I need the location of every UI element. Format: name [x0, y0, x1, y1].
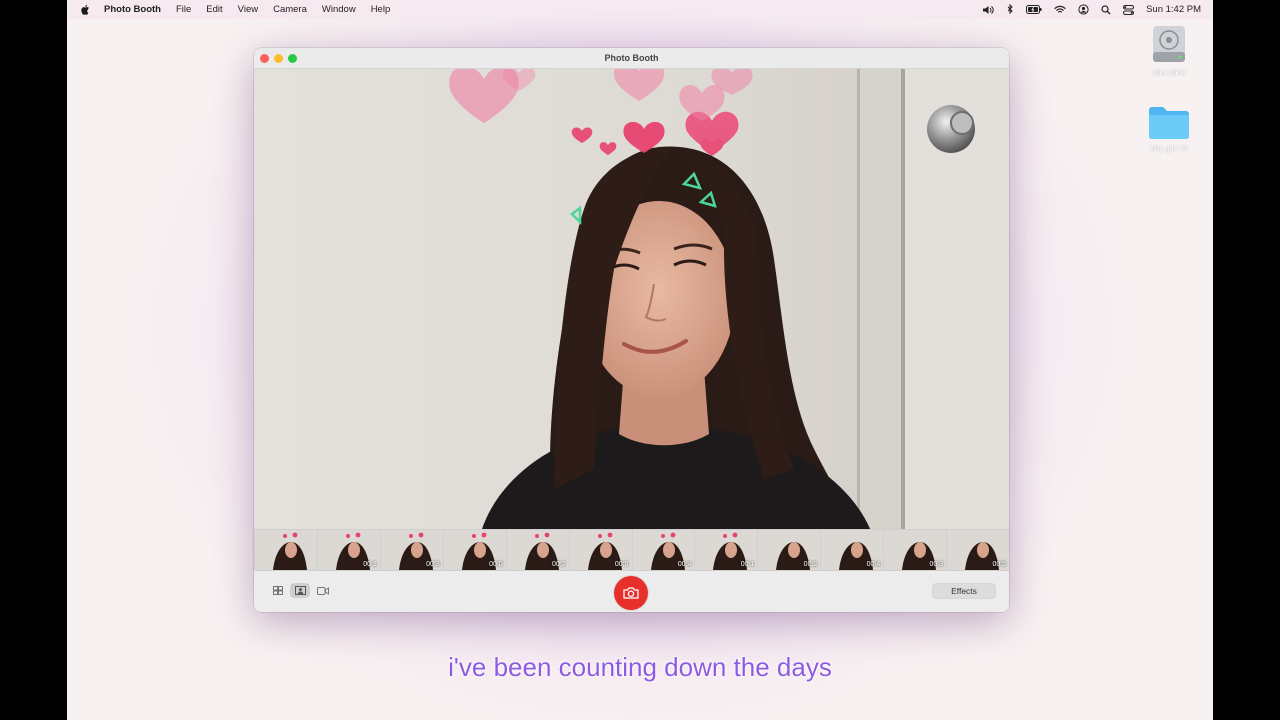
filmstrip-thumbnail[interactable]: 00:5: [947, 530, 1009, 570]
video-caption: i've been counting down the days: [448, 652, 833, 683]
thumbnail-duration: 00:5: [992, 561, 1007, 568]
apple-icon[interactable]: [80, 4, 90, 15]
grid-icon: [273, 586, 283, 595]
effects-button[interactable]: Effects: [933, 584, 995, 598]
grid-view-button[interactable]: [269, 584, 287, 597]
portrait-icon: [294, 586, 306, 595]
single-photo-button[interactable]: [291, 584, 309, 597]
desktop: Photo Booth File Edit View Camera Window…: [67, 0, 1213, 720]
desktop-item-label: shy girl <3: [1150, 144, 1188, 153]
filmstrip-thumbnail[interactable]: 00:3: [380, 530, 443, 570]
spotlight-icon[interactable]: [1101, 4, 1111, 15]
filmstrip: 00:1 00:3 00:0 00:2 00:5 00:4 00:1 00:2 …: [254, 529, 1009, 571]
camera-icon: [623, 587, 639, 599]
camera-feed-image: [254, 69, 1009, 529]
user-icon[interactable]: [1078, 4, 1089, 15]
thumbnail-duration: 00:4: [866, 561, 881, 568]
thumbnail-duration: 00:5: [614, 561, 629, 568]
menu-window[interactable]: Window: [322, 4, 356, 15]
desktop-item-disk[interactable]: wiki-wikie: [1134, 24, 1204, 77]
filmstrip-thumbnail[interactable]: 00:2: [506, 530, 569, 570]
thumbnail-duration: 00:2: [551, 561, 566, 568]
menu-bar: Photo Booth File Edit View Camera Window…: [67, 0, 1213, 19]
video-camera-icon: [317, 586, 329, 595]
filmstrip-thumbnail[interactable]: 00:0: [443, 530, 506, 570]
menu-help[interactable]: Help: [371, 4, 391, 15]
thumbnail-duration: 00:3: [929, 561, 944, 568]
thumbnail-duration: 00:4: [677, 561, 692, 568]
control-center-icon[interactable]: [1123, 4, 1135, 15]
folder-icon: [1149, 107, 1189, 139]
thumbnail-duration: 00:2: [803, 561, 818, 568]
bottom-toolbar: Effects: [254, 571, 1009, 612]
battery-icon[interactable]: [1026, 5, 1042, 14]
disk-icon: [1153, 26, 1185, 62]
status-area: Sun 1:42 PM: [982, 0, 1213, 19]
zoom-button[interactable]: [288, 54, 297, 63]
title-bar[interactable]: Photo Booth: [254, 48, 1009, 69]
menu-app-name[interactable]: Photo Booth: [104, 4, 161, 15]
filmstrip-thumbnail[interactable]: 00:1: [695, 530, 758, 570]
wifi-icon[interactable]: [1054, 5, 1066, 14]
filmstrip-thumbnail[interactable]: 00:1: [317, 530, 380, 570]
filmstrip-thumbnail[interactable]: 00:3: [884, 530, 947, 570]
thumbnail-duration: 00:3: [426, 561, 440, 568]
minimize-button[interactable]: [274, 54, 283, 63]
filmstrip-thumbnail[interactable]: 00:4: [632, 530, 695, 570]
thumbnail-duration: 00:1: [740, 561, 755, 568]
filmstrip-thumbnail[interactable]: 00:2: [758, 530, 821, 570]
menu-view[interactable]: View: [238, 4, 258, 15]
thumbnail-duration: 00:1: [363, 561, 377, 568]
close-button[interactable]: [260, 54, 269, 63]
menu-clock[interactable]: Sun 1:42 PM: [1146, 4, 1201, 15]
menu-edit[interactable]: Edit: [206, 4, 222, 15]
window-title: Photo Booth: [604, 53, 659, 63]
bluetooth-icon[interactable]: [1007, 4, 1014, 15]
volume-icon[interactable]: [982, 5, 995, 15]
filmstrip-thumbnail[interactable]: 00:4: [821, 530, 884, 570]
photo-booth-window: Photo Booth 00:1 00:3 00:0 00:2 00:5 00:…: [254, 48, 1009, 612]
video-mode-button[interactable]: [314, 584, 332, 597]
menu-camera[interactable]: Camera: [273, 4, 307, 15]
desktop-item-folder[interactable]: shy girl <3: [1134, 104, 1204, 153]
desktop-item-label: wiki-wikie: [1152, 68, 1186, 77]
thumbnail-duration: 00:0: [489, 561, 503, 568]
take-photo-button[interactable]: [614, 576, 648, 610]
filmstrip-thumbnail[interactable]: 00:5: [569, 530, 632, 570]
menu-file[interactable]: File: [176, 4, 191, 15]
filmstrip-thumbnail[interactable]: [255, 530, 317, 570]
camera-preview: [254, 69, 1009, 529]
